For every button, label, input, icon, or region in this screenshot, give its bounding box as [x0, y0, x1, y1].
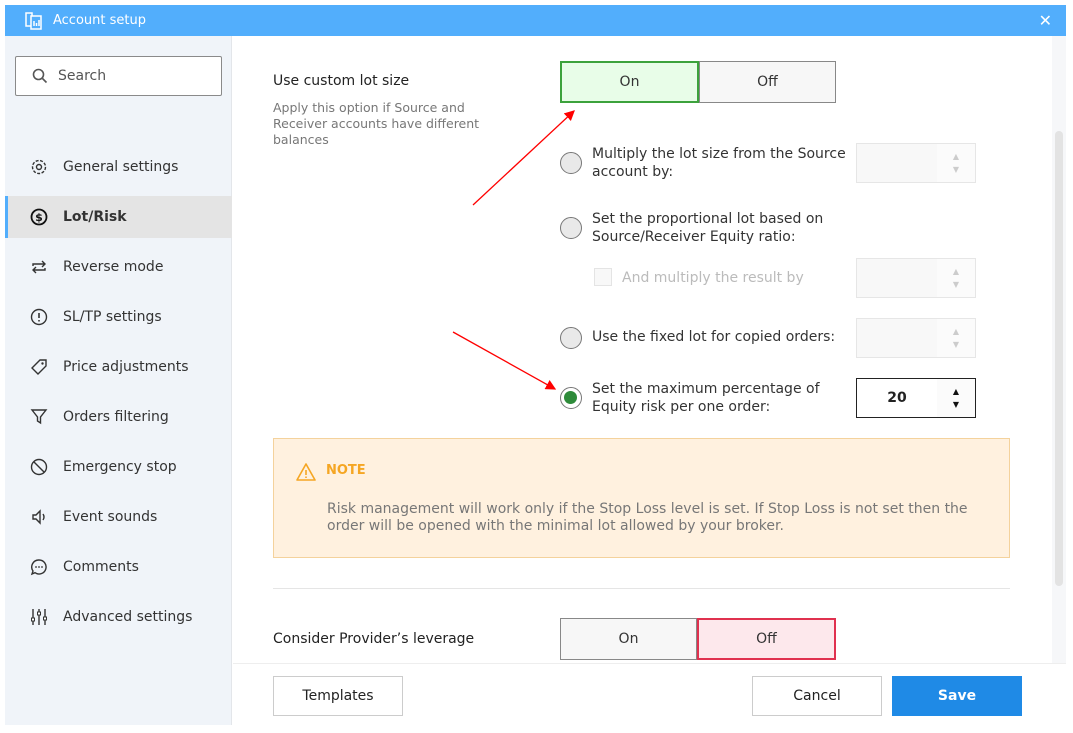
speaker-icon	[32, 509, 45, 525]
leverage-off-button[interactable]: Off	[697, 618, 836, 660]
multiply-lot-label: Multiply the lot size from the Source ac…	[592, 146, 846, 180]
sidebar-item-label: Event sounds	[63, 509, 158, 525]
warning-icon	[296, 463, 316, 481]
max-risk-stepper[interactable]: 20 ▲ ▼	[856, 378, 976, 418]
repeat-icon	[32, 260, 46, 274]
note-text: Risk management will work only if the St…	[327, 501, 968, 534]
ban-icon	[30, 458, 48, 476]
templates-button[interactable]: Templates	[273, 676, 403, 716]
stepper-value: 20	[887, 390, 907, 406]
sidebar-item-orders-filtering[interactable]: Orders filtering	[5, 396, 232, 438]
sidebar-nav: General settings $ Lot/Risk Reverse mode …	[5, 146, 232, 646]
leverage-label: Consider Provider’s leverage	[273, 631, 475, 647]
search-input[interactable]: Search	[15, 56, 222, 96]
max-risk-radio[interactable]	[560, 387, 582, 409]
search-icon	[32, 68, 48, 84]
sidebar-item-label: Orders filtering	[63, 409, 169, 425]
fixed-lot-label: Use the fixed lot for copied orders:	[592, 329, 836, 345]
stepper-up-icon[interactable]: ▲	[953, 265, 959, 278]
custom-lot-toggle: On Off	[560, 61, 836, 103]
gear-icon	[31, 159, 47, 175]
note-box: NOTE Risk management will work only if t…	[273, 438, 1010, 558]
scrollbar-thumb[interactable]	[1055, 131, 1063, 586]
sidebar-item-label: Advanced settings	[63, 609, 193, 625]
stepper-down-icon[interactable]: ▼	[953, 398, 959, 411]
tag-icon	[31, 359, 47, 375]
custom-lot-off-button[interactable]: Off	[699, 61, 836, 103]
app-logo-icon	[25, 11, 42, 30]
stepper-value	[857, 259, 937, 297]
filter-icon	[30, 409, 48, 425]
leverage-toggle: On Off	[560, 618, 836, 660]
fixed-lot-stepper[interactable]: ▲ ▼	[856, 318, 976, 358]
sidebar-item-price-adjustments[interactable]: Price adjustments	[5, 346, 232, 388]
leverage-on-button[interactable]: On	[560, 618, 697, 660]
multiply-lot-radio[interactable]	[560, 152, 582, 174]
search-placeholder: Search	[58, 68, 107, 84]
stepper-up-icon[interactable]: ▲	[953, 325, 959, 338]
title-bar: Account setup ✕	[5, 5, 1066, 36]
stepper-down-icon[interactable]: ▼	[953, 278, 959, 291]
sidebar-item-label: Lot/Risk	[63, 209, 127, 225]
close-icon[interactable]: ✕	[1039, 11, 1052, 30]
sidebar-item-general-settings[interactable]: General settings	[5, 146, 232, 188]
sidebar-item-comments[interactable]: Comments	[5, 546, 232, 588]
stepper-value	[857, 144, 937, 182]
max-risk-label: Set the maximum percentage of Equity ris…	[592, 381, 820, 415]
multiply-result-label: And multiply the result by	[622, 270, 804, 286]
stepper-value	[857, 319, 937, 357]
sidebar-item-label: Reverse mode	[63, 259, 164, 275]
custom-lot-description: Apply this option if Source and Receiver…	[273, 100, 480, 147]
multiply-lot-stepper[interactable]: ▲ ▼	[856, 143, 976, 183]
sidebar-item-sl-tp-settings[interactable]: SL/TP settings	[5, 296, 232, 338]
stepper-down-icon[interactable]: ▼	[953, 338, 959, 351]
sidebar-item-advanced-settings[interactable]: Advanced settings	[5, 596, 232, 638]
stepper-up-icon[interactable]: ▲	[953, 385, 959, 398]
dollar-circle-icon: $	[30, 208, 48, 226]
divider	[273, 588, 1010, 589]
sidebar-item-event-sounds[interactable]: Event sounds	[5, 496, 232, 538]
sidebar-item-lot-risk[interactable]: $ Lot/Risk	[5, 196, 232, 238]
stepper-down-icon[interactable]: ▼	[953, 163, 959, 176]
cancel-button[interactable]: Cancel	[752, 676, 882, 716]
sidebar-item-emergency-stop[interactable]: Emergency stop	[5, 446, 232, 488]
sidebar-item-label: Emergency stop	[63, 459, 177, 475]
proportional-lot-radio[interactable]	[560, 217, 582, 239]
sidebar: Search General settings $ Lot/Risk Revers…	[5, 36, 232, 725]
sidebar-item-label: General settings	[63, 159, 179, 175]
chat-icon	[30, 559, 47, 576]
scrollbar[interactable]	[1052, 36, 1066, 663]
custom-lot-label: Use custom lot size	[273, 73, 410, 89]
lot-risk-panel: Use custom lot size Apply this option if…	[233, 36, 1052, 663]
sidebar-item-label: SL/TP settings	[63, 309, 162, 325]
fixed-lot-radio[interactable]	[560, 327, 582, 349]
svg-text:$: $	[35, 211, 43, 224]
proportional-lot-label: Set the proportional lot based on Source…	[592, 211, 824, 245]
account-setup-window: Account setup ✕ Search General settings …	[5, 5, 1066, 725]
alert-circle-icon	[30, 308, 48, 326]
note-title: NOTE	[326, 463, 366, 478]
sidebar-item-label: Comments	[63, 559, 139, 575]
sidebar-item-reverse-mode[interactable]: Reverse mode	[5, 246, 232, 288]
sidebar-item-label: Price adjustments	[63, 359, 189, 375]
multiply-result-checkbox[interactable]	[594, 268, 612, 286]
footer: Templates Cancel Save	[233, 663, 1066, 725]
custom-lot-on-button[interactable]: On	[560, 61, 699, 103]
sliders-icon	[31, 609, 47, 625]
multiply-result-stepper[interactable]: ▲ ▼	[856, 258, 976, 298]
stepper-up-icon[interactable]: ▲	[953, 150, 959, 163]
save-button[interactable]: Save	[892, 676, 1022, 716]
window-title: Account setup	[53, 13, 146, 28]
